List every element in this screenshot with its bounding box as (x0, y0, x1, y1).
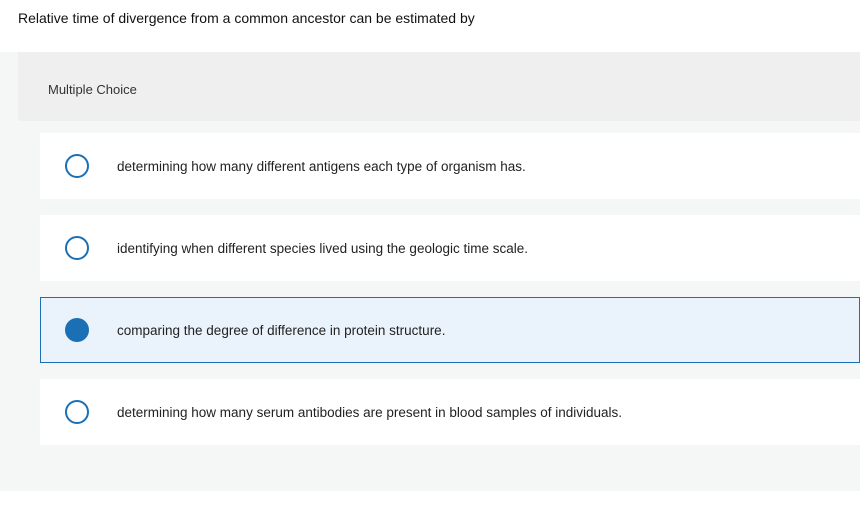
option-3[interactable]: determining how many serum antibodies ar… (40, 379, 860, 445)
question-type-label: Multiple Choice (18, 52, 860, 121)
radio-icon (65, 400, 89, 424)
content-area: Multiple Choice determining how many dif… (0, 52, 860, 491)
question-stem: Relative time of divergence from a commo… (0, 0, 860, 52)
quiz-page: Relative time of divergence from a commo… (0, 0, 860, 510)
radio-icon (65, 236, 89, 260)
option-text: determining how many different antigens … (117, 159, 526, 174)
option-0[interactable]: determining how many different antigens … (40, 133, 860, 199)
option-text: comparing the degree of difference in pr… (117, 323, 445, 338)
option-text: identifying when different species lived… (117, 241, 528, 256)
option-1[interactable]: identifying when different species lived… (40, 215, 860, 281)
options-list: determining how many different antigens … (18, 121, 860, 445)
radio-icon-filled (65, 318, 89, 342)
option-text: determining how many serum antibodies ar… (117, 405, 622, 420)
radio-icon (65, 154, 89, 178)
option-2[interactable]: comparing the degree of difference in pr… (40, 297, 860, 363)
